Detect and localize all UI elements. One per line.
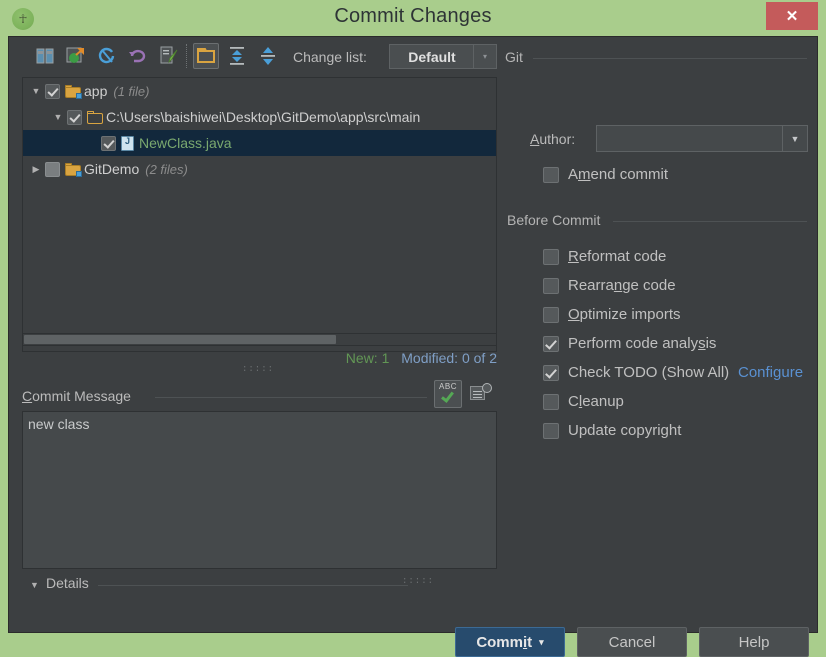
table-row[interactable]: ▶ GitDemo (2 files) [23, 156, 496, 182]
tree-item-count: (1 file) [113, 83, 150, 99]
perform-code-analysis-checkbox[interactable]: Perform code analysis [543, 335, 716, 352]
details-label[interactable]: Details [46, 575, 89, 591]
cleanup-checkbox[interactable]: Cleanup [543, 393, 624, 410]
changelist-label: Change list: [293, 49, 367, 65]
amend-commit-checkbox[interactable]: Amend commit [543, 166, 668, 183]
commit-changes-window: ☥ Commit Changes ✕ Change list: Default … [0, 0, 826, 657]
before-commit-label: Before Commit [507, 212, 601, 228]
perform-code-analysis-label: Perform code analysis [568, 335, 717, 352]
rearrange-code-label: Rearrange code [568, 277, 676, 294]
close-icon[interactable]: ✕ [766, 2, 818, 30]
checkbox-box[interactable] [543, 422, 559, 439]
group-by-directory-icon[interactable] [195, 45, 217, 67]
tree-item-label: C:\Users\baishiwei\Desktop\GitDemo\app\s… [106, 109, 421, 125]
toolbar-separator [186, 44, 187, 68]
horizontal-scrollbar[interactable] [22, 333, 497, 346]
tree-item-count: (2 files) [145, 161, 188, 177]
tree-item-label: app [84, 83, 108, 99]
row-checkbox[interactable] [45, 161, 60, 177]
rearrange-code-checkbox[interactable]: Rearrange code [543, 277, 676, 294]
move-to-changelist-icon[interactable] [65, 45, 87, 67]
expand-twisty-icon[interactable]: ▼ [51, 110, 65, 124]
checkbox-box[interactable] [543, 393, 559, 410]
row-checkbox[interactable] [101, 135, 116, 151]
show-diff-icon[interactable] [34, 45, 56, 67]
checkbox-box[interactable] [543, 277, 559, 294]
check-todo-label: Check TODO (Show All) [568, 364, 730, 381]
table-row[interactable]: ▼ app (1 file) [23, 78, 496, 104]
commit-button-label: Commit [476, 633, 533, 651]
checkbox-box[interactable] [543, 335, 559, 352]
scrollbar-thumb[interactable] [24, 335, 336, 344]
changes-toolbar: Change list: Default ▾ Git [9, 37, 817, 75]
changelist-combo[interactable]: Default ▾ [389, 44, 497, 69]
checkbox-box[interactable] [543, 306, 559, 323]
checkbox-box[interactable] [543, 248, 559, 265]
checkmark-glyph [441, 389, 454, 403]
tree-item-label: NewClass.java [139, 135, 232, 151]
modified-count: Modified: 0 of 2 [401, 350, 497, 366]
author-label: Author: [530, 131, 576, 147]
revert-icon[interactable] [127, 45, 149, 67]
reformat-code-label: Reformat code [568, 248, 667, 265]
expand-all-icon[interactable] [226, 45, 248, 67]
horizontal-splitter-grip[interactable]: ::::: [402, 576, 434, 586]
vertical-splitter-grip[interactable]: ::::: [242, 364, 274, 374]
row-checkbox[interactable] [67, 109, 82, 125]
details-rule [98, 585, 408, 586]
window-titlebar: ☥ Commit Changes ✕ [0, 0, 826, 38]
expand-twisty-icon[interactable]: ▶ [29, 162, 43, 176]
commit-message-label: Commit Message [22, 388, 131, 404]
dialog-body: Change list: Default ▾ Git ▼ app (1 file… [8, 36, 818, 657]
configure-link[interactable]: Configure [738, 364, 803, 381]
commit-message-rule [155, 397, 427, 398]
edit-source-icon[interactable] [158, 45, 180, 67]
reformat-code-checkbox[interactable]: Reformat code [543, 248, 666, 265]
folder-icon [87, 110, 103, 124]
refresh-icon[interactable] [96, 45, 118, 67]
commit-button[interactable]: Commit ▾ [455, 627, 565, 657]
update-copyright-label: Update copyright [568, 422, 682, 439]
chevron-down-icon[interactable]: ▼ [782, 126, 807, 151]
java-file-icon [121, 135, 134, 151]
row-checkbox[interactable] [45, 83, 60, 99]
author-input[interactable] [597, 126, 782, 151]
chevron-down-icon[interactable]: ▾ [473, 45, 496, 68]
check-todo-checkbox[interactable]: Check TODO (Show All) [543, 364, 729, 381]
tree-item-label: GitDemo [84, 161, 140, 177]
module-folder-icon [65, 84, 82, 99]
collapse-all-icon[interactable] [257, 45, 279, 67]
cancel-button[interactable]: Cancel [577, 627, 687, 657]
changelist-value: Default [408, 48, 456, 65]
checkbox-box[interactable] [543, 364, 559, 381]
git-group-rule [533, 58, 807, 59]
amend-commit-label: Amend commit [568, 166, 669, 183]
cleanup-label: Cleanup [568, 393, 624, 410]
module-folder-icon [65, 162, 82, 177]
changed-files-tree[interactable]: ▼ app (1 file) ▼ C:\Users\baishiwei\Desk… [22, 77, 497, 352]
update-copyright-checkbox[interactable]: Update copyright [543, 422, 681, 439]
table-row[interactable]: NewClass.java [23, 130, 496, 156]
optimize-imports-checkbox[interactable]: Optimize imports [543, 306, 681, 323]
help-button[interactable]: Help [699, 627, 809, 657]
table-row[interactable]: ▼ C:\Users\baishiwei\Desktop\GitDemo\app… [23, 104, 496, 130]
chevron-down-icon[interactable]: ▾ [539, 637, 544, 648]
checkbox-box[interactable] [543, 166, 559, 183]
new-count: New: 1 [345, 350, 390, 366]
commit-message-input[interactable]: new class [22, 411, 497, 569]
chevron-down-icon[interactable]: ▼ [30, 580, 39, 590]
expand-twisty-icon[interactable]: ▼ [29, 84, 43, 98]
optimize-imports-label: Optimize imports [568, 306, 681, 323]
author-combo[interactable]: ▼ [596, 125, 808, 152]
spellcheck-abc-icon[interactable]: ABC [434, 380, 462, 408]
before-commit-rule [613, 221, 807, 222]
git-group-label: Git [505, 49, 523, 65]
message-history-icon[interactable] [470, 383, 492, 403]
window-title: Commit Changes [334, 5, 492, 27]
